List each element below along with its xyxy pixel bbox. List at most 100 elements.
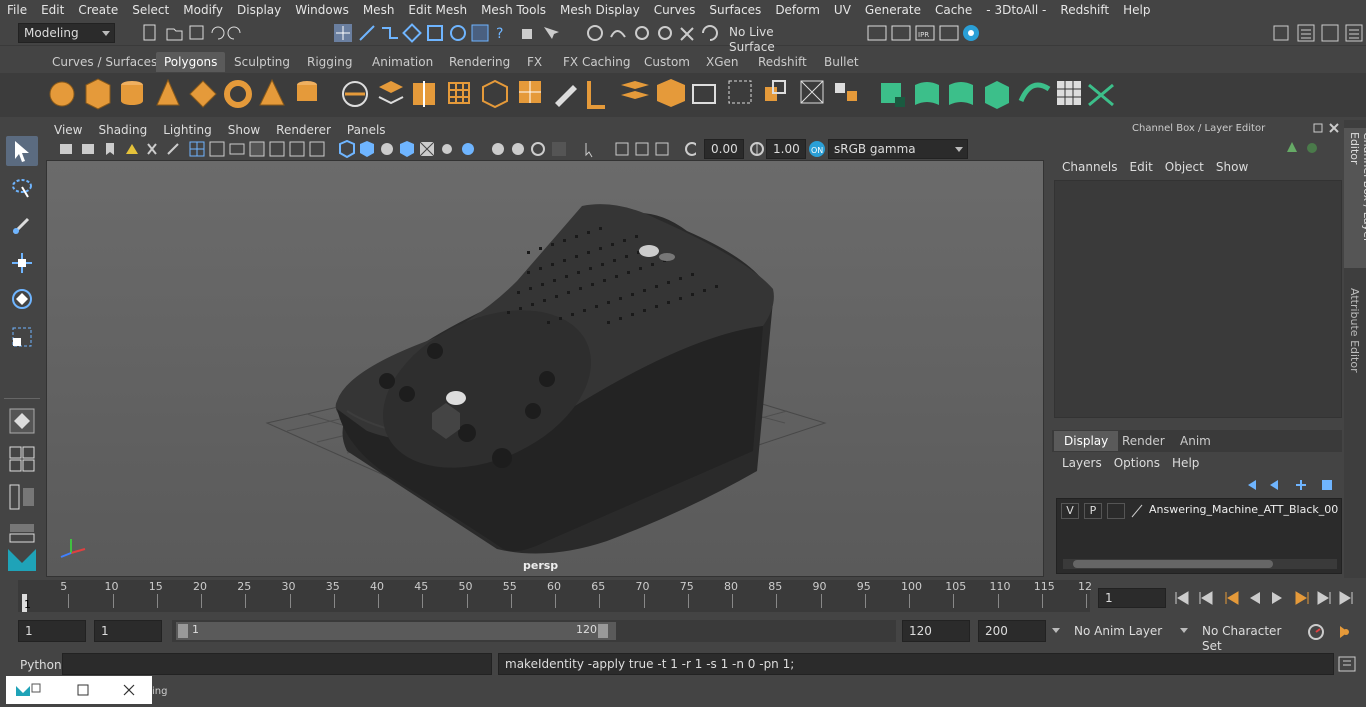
four-pane-layout-icon[interactable] — [6, 444, 38, 474]
layer-action-icons[interactable] — [1244, 476, 1340, 494]
menu-cache[interactable]: Cache — [928, 3, 979, 17]
move-tool-icon[interactable] — [6, 248, 38, 278]
viewport-menu-panels[interactable]: Panels — [339, 123, 394, 137]
menu-windows[interactable]: Windows — [288, 3, 356, 17]
layer-menu-layers[interactable]: Layers — [1056, 456, 1108, 470]
render-icons[interactable]: IPR — [866, 22, 986, 44]
viewport-menu-renderer[interactable]: Renderer — [268, 123, 339, 137]
menu-modify[interactable]: Modify — [176, 3, 230, 17]
shelf-tab-fx-caching[interactable]: FX Caching — [555, 52, 638, 72]
range-slider[interactable]: 1 120 — [172, 620, 896, 642]
gamma-field[interactable]: 1.00 — [766, 139, 806, 159]
menu-deform[interactable]: Deform — [768, 3, 827, 17]
select-tool-icon[interactable] — [6, 136, 38, 166]
command-input[interactable] — [62, 653, 492, 675]
scale-tool-icon[interactable] — [6, 322, 38, 352]
single-pane-layout-icon[interactable] — [6, 406, 38, 436]
layer-playback-toggle[interactable]: P — [1084, 503, 1102, 519]
colorspace-dropdown[interactable]: sRGB gamma — [828, 139, 968, 159]
playback-end-field[interactable]: 120 — [902, 620, 970, 642]
menu-select[interactable]: Select — [125, 3, 176, 17]
menu-generate[interactable]: Generate — [858, 3, 928, 17]
window-control-icons[interactable] — [6, 676, 152, 704]
channel-menu-edit[interactable]: Edit — [1124, 160, 1159, 174]
channel-list[interactable] — [1054, 180, 1342, 418]
viewport-menu-shading[interactable]: Shading — [90, 123, 155, 137]
menu-create[interactable]: Create — [71, 3, 125, 17]
paint-select-tool-icon[interactable] — [6, 210, 38, 240]
layer-scrollbar[interactable] — [1063, 559, 1337, 569]
layer-menu-options[interactable]: Options — [1108, 456, 1166, 470]
end-time-field[interactable]: 200 — [978, 620, 1046, 642]
menu-edit[interactable]: Edit — [34, 3, 71, 17]
shelf-tab-rendering[interactable]: Rendering — [441, 52, 518, 72]
layer-reference-toggle[interactable] — [1107, 503, 1125, 519]
colorspace-icon[interactable]: ON — [808, 140, 826, 158]
side-tab-attribute-editor[interactable]: Attribute Editor — [1344, 284, 1366, 384]
shelf-tab-rigging[interactable]: Rigging — [299, 52, 360, 72]
time-ruler[interactable]: 5 10 15 20 25 30 35 40 45 50 55 60 65 70 75 80 85 90 95 100… — [18, 580, 1092, 612]
channel-menu-object[interactable]: Object — [1159, 160, 1210, 174]
menu-mesh-tools[interactable]: Mesh Tools — [474, 3, 553, 17]
shelf-tab-xgen[interactable]: XGen — [698, 52, 747, 72]
menu-edit-mesh[interactable]: Edit Mesh — [401, 3, 474, 17]
primitive-icons[interactable] — [20, 73, 360, 117]
menu-file[interactable]: File — [0, 3, 34, 17]
menu-3dtoall[interactable]: - 3DtoAll - — [979, 3, 1053, 17]
exposure-field[interactable]: 0.00 — [704, 139, 744, 159]
live-surface-field[interactable]: No Live Surface — [724, 23, 820, 54]
menu-mesh[interactable]: Mesh — [356, 3, 402, 17]
script-editor-icon[interactable] — [1338, 656, 1358, 674]
layer-name[interactable]: Answering_Machine_ATT_Black_003_ — [1149, 503, 1339, 516]
menu-help[interactable]: Help — [1116, 3, 1157, 17]
panel-window-icons[interactable] — [1312, 122, 1342, 134]
workspace-icons[interactable] — [1270, 22, 1366, 44]
current-frame-field[interactable]: 1 — [1098, 588, 1166, 608]
shelf-tab-fx[interactable]: FX — [519, 52, 550, 72]
mode-dropdown[interactable]: Modeling — [18, 23, 115, 43]
shelf-tab-redshift[interactable]: Redshift — [750, 52, 815, 72]
anim-pref-icons[interactable] — [1306, 622, 1362, 642]
outliner-layout-icon[interactable] — [6, 482, 38, 512]
menu-redshift[interactable]: Redshift — [1053, 3, 1116, 17]
file-icons[interactable] — [140, 23, 260, 43]
minimized-window[interactable] — [6, 676, 152, 704]
layer-tab-render[interactable]: Render — [1112, 431, 1175, 451]
layer-menu-help[interactable]: Help — [1166, 456, 1205, 470]
side-tab-channel-box[interactable]: Channel Box / Layer Editor — [1344, 128, 1366, 268]
snap-icons[interactable] — [585, 22, 725, 44]
shelf-tab-polygons[interactable]: Polygons — [156, 52, 226, 72]
menu-mesh-display[interactable]: Mesh Display — [553, 3, 647, 17]
selection-mask-icons[interactable]: ? — [330, 22, 570, 44]
viewport-tool-icons[interactable] — [56, 140, 696, 158]
shelf-tab-bullet[interactable]: Bullet — [816, 52, 867, 72]
playback-start-field[interactable]: 1 — [94, 620, 162, 642]
viewport-menu-lighting[interactable]: Lighting — [155, 123, 220, 137]
shelf-tab-custom[interactable]: Custom — [636, 52, 698, 72]
rotate-tool-icon[interactable] — [6, 284, 38, 314]
script-language-label[interactable]: Python — [20, 658, 62, 672]
perspective-viewport[interactable]: persp — [46, 160, 1044, 577]
lasso-tool-icon[interactable] — [6, 174, 38, 204]
layer-tab-display[interactable]: Display — [1054, 431, 1119, 451]
layer-tab-anim[interactable]: Anim — [1170, 431, 1221, 451]
channel-menu-channels[interactable]: Channels — [1056, 160, 1124, 174]
menu-surfaces[interactable]: Surfaces — [702, 3, 768, 17]
time-slider[interactable]: 5 10 15 20 25 30 35 40 45 50 55 60 65 70 75 80 85 90 95 100… — [0, 580, 1366, 614]
shelf-tab-sculpting[interactable]: Sculpting — [226, 52, 298, 72]
range-slider-handle[interactable] — [176, 622, 616, 640]
layer-visibility-toggle[interactable]: V — [1061, 503, 1079, 519]
start-time-field[interactable]: 1 — [18, 620, 86, 642]
playback-controls[interactable] — [1172, 588, 1362, 608]
shelf-tab-animation[interactable]: Animation — [364, 52, 441, 72]
channel-menu-show[interactable]: Show — [1210, 160, 1254, 174]
menu-curves[interactable]: Curves — [647, 3, 703, 17]
viewport-menu-show[interactable]: Show — [220, 123, 268, 137]
viewport-menu-view[interactable]: View — [46, 123, 90, 137]
anim-layer-dropdown[interactable]: No Anim Layer — [1050, 621, 1174, 643]
layer-color-icon[interactable] — [1130, 503, 1144, 519]
shelf-tab-curves-surfaces[interactable]: Curves / Surfaces — [44, 52, 165, 72]
menu-uv[interactable]: UV — [827, 3, 858, 17]
menu-display[interactable]: Display — [230, 3, 288, 17]
channel-box-icons[interactable] — [1284, 140, 1334, 156]
